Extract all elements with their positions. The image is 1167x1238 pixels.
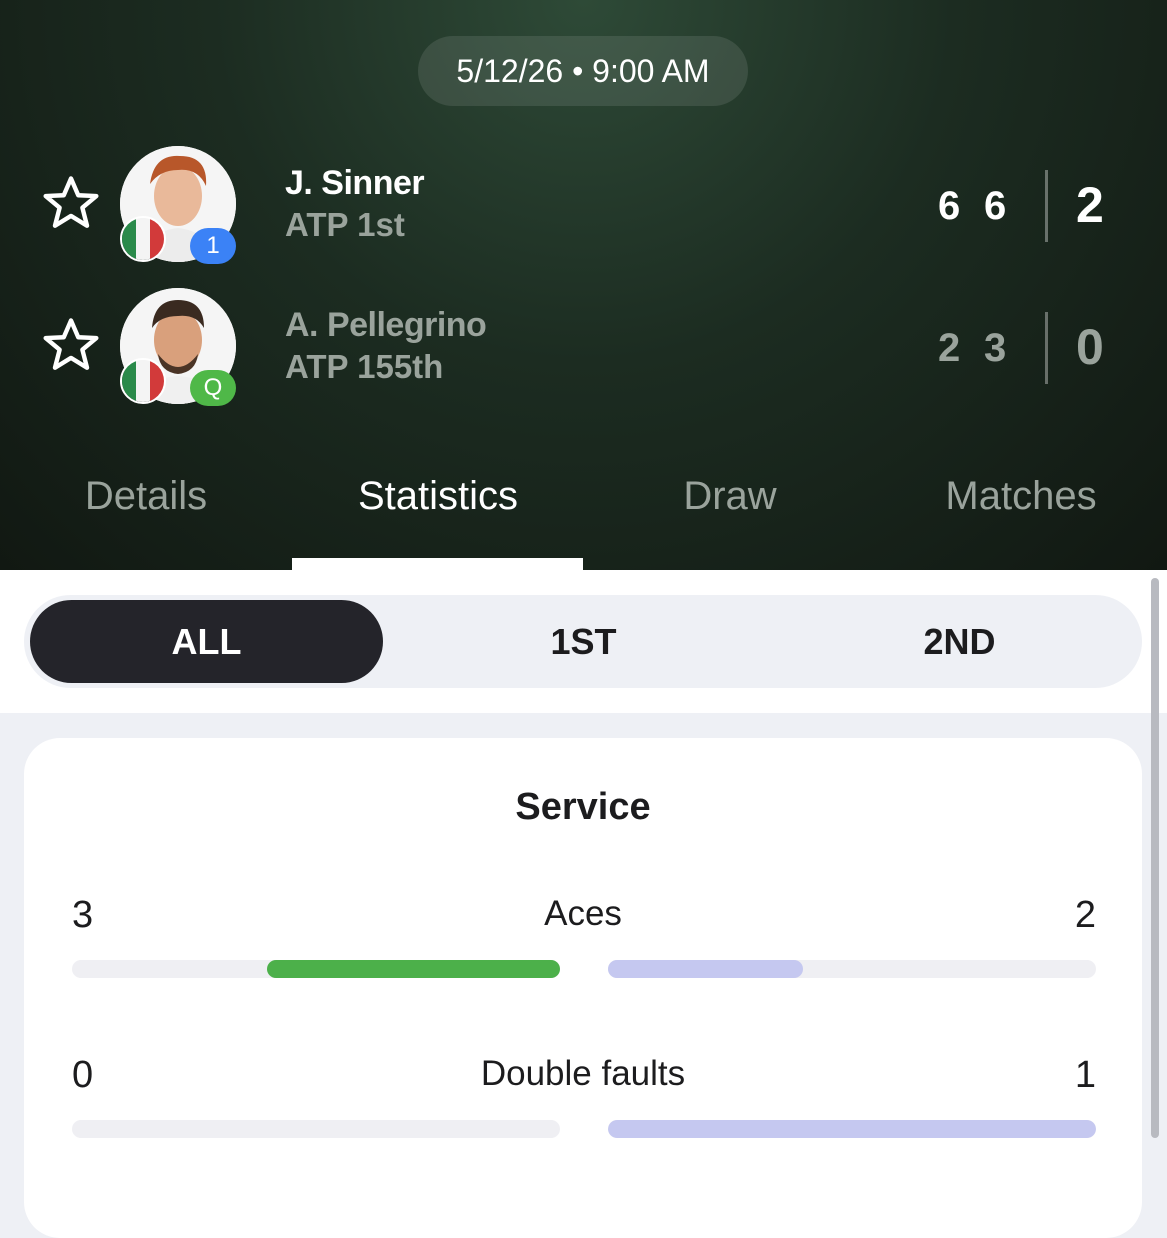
score-divider bbox=[1045, 312, 1048, 384]
active-tab-indicator bbox=[292, 558, 583, 570]
set-score-2: 6 bbox=[984, 184, 1007, 228]
set-score-1: 2 bbox=[938, 326, 961, 370]
vertical-scrollbar[interactable] bbox=[1151, 578, 1159, 1138]
stat-left-bar bbox=[72, 960, 560, 978]
tab-statistics[interactable]: Statistics bbox=[292, 474, 584, 519]
player-name: A. Pellegrino bbox=[285, 306, 487, 344]
segment-1st-set[interactable]: 1ST bbox=[407, 600, 760, 683]
tab-details[interactable]: Details bbox=[0, 474, 292, 519]
tab-matches[interactable]: Matches bbox=[875, 474, 1167, 519]
stat-label: Double faults bbox=[480, 1054, 686, 1093]
match-datetime: 5/12/26 • 9:00 AM bbox=[418, 36, 748, 106]
set-score-1: 6 bbox=[938, 184, 961, 228]
stat-row-aces: 3 Aces 2 bbox=[24, 894, 1142, 1014]
stat-right-value: 1 bbox=[1074, 1054, 1096, 1096]
stat-right-bar-fill bbox=[608, 960, 804, 978]
period-segmented-control: ALL 1ST 2ND bbox=[24, 595, 1142, 688]
player-name: J. Sinner bbox=[285, 164, 425, 202]
stat-right-bar-fill bbox=[608, 1120, 1096, 1138]
player-row-2[interactable]: Q A. Pellegrino ATP 155th 2 3 0 bbox=[0, 286, 1167, 406]
favorite-star-icon[interactable] bbox=[40, 314, 102, 376]
stat-right-value: 2 bbox=[1074, 894, 1096, 936]
stat-left-bar bbox=[72, 1120, 560, 1138]
seed-badge: 1 bbox=[190, 228, 236, 264]
sets-won: 2 bbox=[1076, 177, 1104, 233]
service-stats-card: Service 3 Aces 2 0 Double faults 1 bbox=[24, 738, 1142, 1238]
score-divider bbox=[1045, 170, 1048, 242]
stat-right-bar bbox=[608, 960, 1096, 978]
italy-flag-icon bbox=[120, 216, 166, 262]
stat-right-bar bbox=[608, 1120, 1096, 1138]
match-header: 5/12/26 • 9:00 AM 1 J. Sinner ATP 1st 6 … bbox=[0, 0, 1167, 570]
segment-all[interactable]: ALL bbox=[30, 600, 383, 683]
tab-draw[interactable]: Draw bbox=[584, 474, 876, 519]
player-rank: ATP 1st bbox=[285, 206, 405, 243]
qualifier-badge: Q bbox=[190, 370, 236, 406]
favorite-star-icon[interactable] bbox=[40, 172, 102, 234]
stat-row-double-faults: 0 Double faults 1 bbox=[24, 1054, 1142, 1174]
set-score-2: 3 bbox=[984, 326, 1007, 370]
player-row-1[interactable]: 1 J. Sinner ATP 1st 6 6 2 bbox=[0, 144, 1167, 264]
italy-flag-icon bbox=[120, 358, 166, 404]
section-title: Service bbox=[515, 786, 651, 828]
stat-left-bar-fill bbox=[267, 960, 560, 978]
player-rank: ATP 155th bbox=[285, 348, 444, 385]
segment-2nd-set[interactable]: 2ND bbox=[783, 600, 1136, 683]
stat-label: Aces bbox=[544, 894, 622, 933]
sets-won: 0 bbox=[1076, 319, 1104, 375]
